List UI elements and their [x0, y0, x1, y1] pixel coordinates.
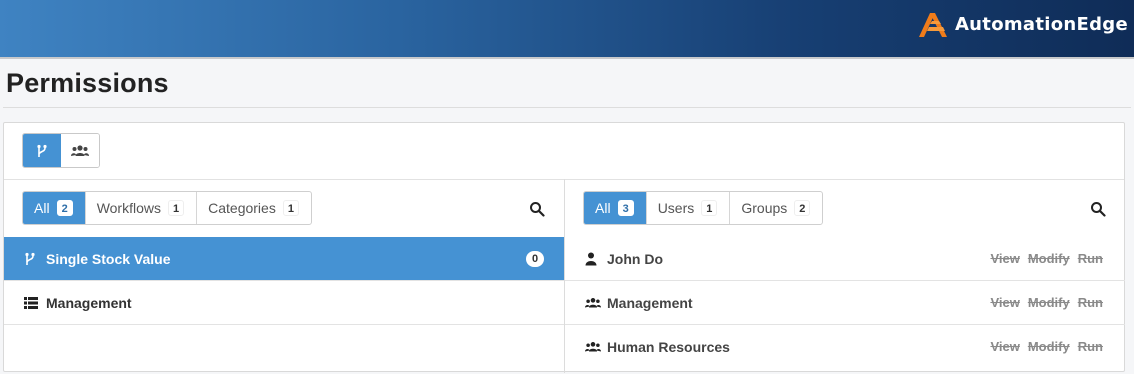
filter-count: 1: [282, 200, 299, 216]
group-icon: [585, 296, 601, 310]
permission-run[interactable]: Run: [1078, 339, 1103, 354]
brand-name: AutomationEdge: [954, 13, 1128, 35]
workflow-icon: [24, 252, 40, 266]
right-search-icon[interactable]: [1090, 201, 1106, 217]
automationedge-logo-icon: [918, 13, 947, 37]
permission-view[interactable]: View: [990, 295, 1019, 310]
item-label: Management: [46, 294, 132, 311]
page-title: Permissions: [6, 68, 169, 98]
group-icon: [585, 340, 601, 354]
user-icon: [585, 252, 601, 266]
top-header: AutomationEdge: [0, 0, 1134, 59]
permission-modify[interactable]: Modify: [1028, 339, 1070, 354]
list-icon: [24, 296, 40, 310]
left-search-icon[interactable]: [529, 201, 545, 217]
filter-count: 2: [794, 200, 811, 216]
permission-view[interactable]: View: [990, 251, 1019, 266]
header-shadow: [0, 57, 1134, 59]
filter-count: 2: [56, 200, 73, 216]
item-label: Management: [607, 294, 693, 311]
list-item-management[interactable]: Management: [4, 281, 564, 325]
permissions-panel: All 2 Workflows 1 Categories 1 Single St…: [3, 122, 1125, 373]
left-filter-bar: All 2 Workflows 1 Categories 1: [22, 191, 312, 225]
permission-run[interactable]: Run: [1078, 295, 1103, 310]
left-item-list: Single Stock Value 0 Management: [4, 237, 564, 325]
list-item-single-stock-value[interactable]: Single Stock Value 0: [4, 237, 564, 281]
list-item-human-resources[interactable]: Human Resources View Modify Run: [565, 325, 1125, 369]
title-divider: [3, 107, 1131, 108]
filter-count: 1: [701, 200, 718, 216]
users-icon: [71, 144, 89, 156]
permission-modify[interactable]: Modify: [1028, 295, 1070, 310]
filter-label: Workflows: [96, 200, 161, 216]
right-filter-bar: All 3 Users 1 Groups 2: [583, 191, 824, 225]
filter-label: Users: [657, 200, 695, 216]
filter-label: All: [34, 200, 50, 216]
permission-run[interactable]: Run: [1078, 251, 1103, 266]
left-filter-all[interactable]: All 2: [23, 192, 86, 224]
permission-actions: View Modify Run: [990, 295, 1103, 310]
filter-label: All: [595, 200, 611, 216]
permission-modify[interactable]: Modify: [1028, 251, 1070, 266]
workflow-icon: [37, 144, 47, 157]
brand-logo[interactable]: AutomationEdge: [915, 8, 1128, 40]
item-count-badge: 0: [526, 251, 544, 267]
right-filter-all[interactable]: All 3: [584, 192, 647, 224]
list-item-management-group[interactable]: Management View Modify Run: [565, 281, 1125, 325]
permission-actions: View Modify Run: [990, 339, 1103, 354]
filter-count: 1: [168, 200, 185, 216]
filter-label: Categories: [208, 200, 276, 216]
permission-actions: View Modify Run: [990, 251, 1103, 266]
filter-count: 3: [617, 200, 634, 216]
left-filter-workflows[interactable]: Workflows 1: [86, 192, 198, 224]
filter-label: Groups: [741, 200, 788, 216]
right-filter-groups[interactable]: Groups 2: [730, 192, 822, 224]
item-label: Human Resources: [607, 339, 730, 355]
right-filter-users[interactable]: Users 1: [647, 192, 731, 224]
left-filter-categories[interactable]: Categories 1: [197, 192, 311, 224]
users-view-button[interactable]: [61, 134, 99, 167]
item-label: Single Stock Value: [46, 250, 171, 267]
item-label: John Do: [607, 250, 663, 267]
permission-view[interactable]: View: [990, 339, 1019, 354]
right-item-list: John Do View Modify Run Management View …: [565, 237, 1125, 369]
view-toggle: [22, 133, 100, 168]
workflow-view-button[interactable]: [23, 134, 61, 167]
list-item-john-do[interactable]: John Do View Modify Run: [565, 237, 1125, 281]
